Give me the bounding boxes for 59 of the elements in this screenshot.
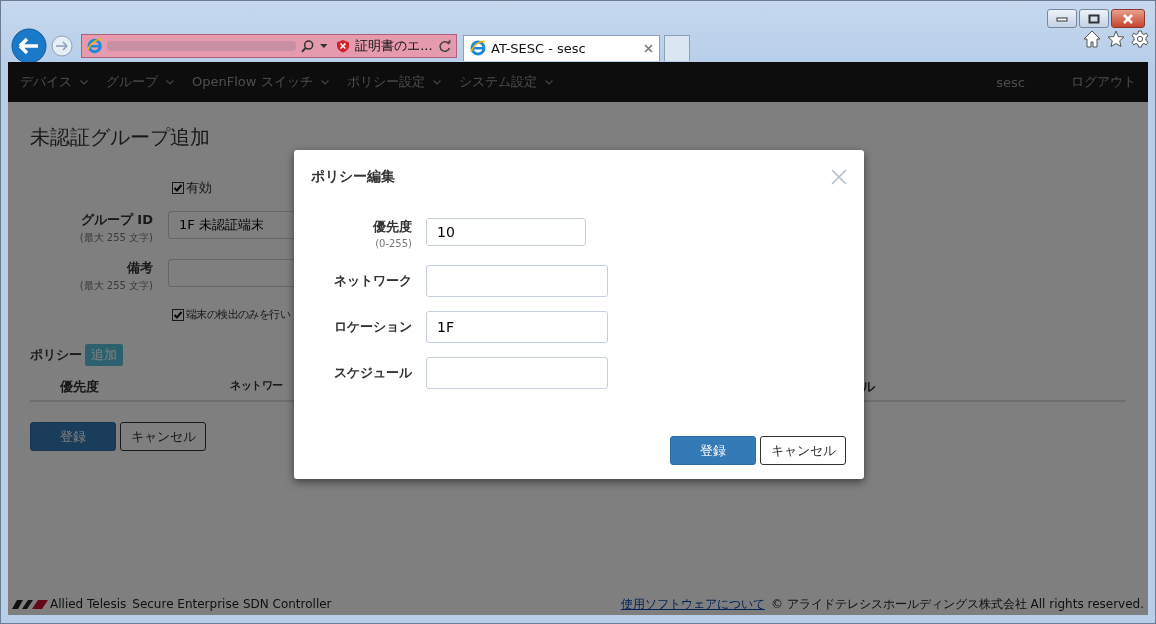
star-icon[interactable] bbox=[1107, 29, 1125, 48]
product-name: Secure Enterprise SDN Controller bbox=[132, 597, 332, 611]
maximize-icon bbox=[1088, 13, 1100, 24]
nav-menu-item[interactable]: システム設定 bbox=[458, 73, 553, 91]
certificate-error-text[interactable]: 証明書のエ... bbox=[355, 36, 433, 55]
nav-menu-item[interactable]: デバイス bbox=[20, 73, 88, 91]
settings-icon[interactable] bbox=[1131, 29, 1149, 48]
close-icon bbox=[1122, 13, 1134, 24]
browser-logo-icon bbox=[87, 37, 103, 54]
field-label: スケジュール bbox=[333, 364, 412, 382]
field-label: グループ ID bbox=[79, 211, 153, 229]
text-field[interactable]: 10 bbox=[426, 218, 586, 246]
checkbox-checked[interactable] bbox=[172, 308, 184, 321]
search-icon bbox=[301, 38, 315, 53]
user-name: sesc bbox=[996, 74, 1025, 90]
field-label: ネットワーク bbox=[333, 272, 412, 290]
submit-button[interactable]: 登録 bbox=[30, 422, 116, 451]
browser-logo-icon bbox=[470, 40, 486, 56]
checkbox-label: 端末の検出のみを行い bbox=[186, 307, 290, 322]
cancel-button[interactable]: キャンセル bbox=[760, 436, 846, 465]
refresh-icon[interactable] bbox=[437, 38, 451, 53]
dialog-title: ポリシー編集 bbox=[311, 168, 395, 186]
checkbox-checked[interactable] bbox=[172, 182, 184, 194]
maximize-button[interactable] bbox=[1079, 9, 1109, 28]
field-hint: (最大 255 文字) bbox=[78, 279, 153, 293]
back-button[interactable] bbox=[11, 27, 47, 64]
field-label: 備考 bbox=[125, 259, 153, 277]
field-hint: (最大 255 文字) bbox=[78, 231, 153, 245]
close-button[interactable] bbox=[1111, 9, 1145, 28]
cancel-button[interactable]: キャンセル bbox=[120, 422, 206, 451]
text-field[interactable] bbox=[426, 357, 608, 389]
text-field[interactable]: 1F bbox=[426, 311, 608, 343]
copyright-text: © アライドテレシスホールディングス株式会社 All rights reserved. bbox=[770, 595, 1144, 613]
column-header: ネットワー bbox=[230, 378, 283, 393]
column-header: 優先度 bbox=[60, 378, 99, 396]
home-icon[interactable] bbox=[1083, 29, 1101, 48]
minimize-icon bbox=[1056, 15, 1068, 22]
page-title: 未認証グループ追加 bbox=[30, 124, 211, 151]
checkbox-label: 有効 bbox=[186, 179, 212, 197]
brand-name: Allied Telesis bbox=[50, 597, 127, 611]
caret-icon bbox=[544, 79, 553, 85]
section-label: ポリシー bbox=[30, 346, 82, 364]
tab-title: AT-SESC - sesc bbox=[491, 40, 587, 56]
text-field[interactable] bbox=[426, 265, 608, 297]
caret-icon bbox=[432, 79, 441, 85]
submit-button[interactable]: 登録 bbox=[670, 436, 756, 465]
caret-icon bbox=[320, 79, 329, 85]
field-label: ロケーション bbox=[333, 318, 412, 336]
address-bar[interactable]: 証明書のエ... bbox=[81, 33, 457, 58]
close-icon[interactable] bbox=[644, 43, 653, 53]
browser-tab[interactable]: AT-SESC - sesc bbox=[463, 34, 660, 61]
field-label: 優先度 bbox=[371, 218, 412, 236]
caret-icon bbox=[80, 79, 88, 85]
caret-icon bbox=[319, 42, 328, 49]
software-info-link[interactable]: 使用ソフトウェアについて bbox=[620, 595, 765, 613]
caret-icon bbox=[166, 79, 174, 85]
error-icon bbox=[336, 38, 351, 53]
field-hint: (0-255) bbox=[374, 238, 412, 249]
brand-logo-icon bbox=[12, 598, 48, 610]
